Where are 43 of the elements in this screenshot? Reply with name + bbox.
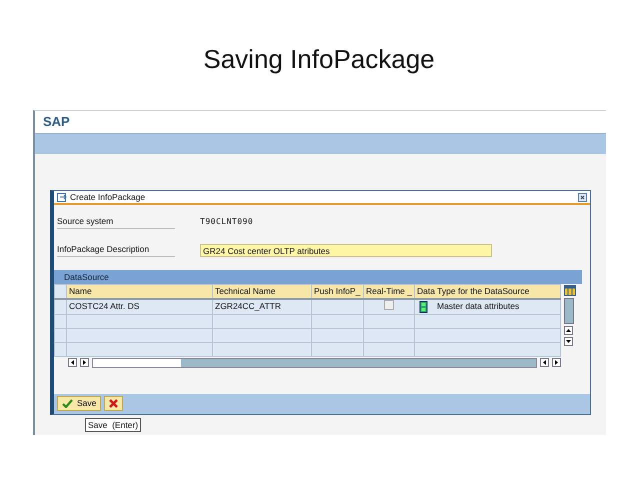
column-header[interactable]: Technical Name bbox=[212, 284, 312, 299]
field-label: InfoPackage Description bbox=[57, 242, 175, 258]
scroll-right-button[interactable] bbox=[80, 358, 89, 367]
column-settings-icon[interactable] bbox=[564, 285, 576, 296]
cancel-button[interactable] bbox=[104, 396, 124, 411]
scroll-right-button[interactable] bbox=[552, 358, 561, 367]
row-selector[interactable] bbox=[54, 284, 66, 299]
table-cell bbox=[364, 342, 414, 356]
tooltip: Save (Enter) bbox=[85, 418, 142, 432]
scroll-left-button[interactable] bbox=[68, 358, 77, 367]
cell-text: Master data attributes bbox=[437, 301, 520, 312]
cross-icon bbox=[109, 399, 118, 408]
up-arrow-icon bbox=[566, 328, 571, 333]
scrollbar[interactable] bbox=[564, 298, 574, 324]
input-field[interactable]: GR24 Cost center OLTP atributes bbox=[200, 244, 492, 256]
column-header[interactable]: Real-Time _ bbox=[364, 284, 414, 299]
left-arrow-icon bbox=[70, 360, 75, 365]
scrollbar[interactable] bbox=[92, 358, 537, 368]
table-title: DataSource bbox=[64, 272, 109, 282]
right-arrow-icon bbox=[554, 360, 559, 365]
table-cell bbox=[312, 314, 364, 328]
table-cell bbox=[312, 342, 364, 356]
checkmark-icon bbox=[62, 399, 73, 408]
left-arrow-icon bbox=[542, 360, 547, 365]
app-logo: SAP bbox=[43, 114, 70, 129]
scroll-left-button[interactable] bbox=[540, 358, 549, 367]
column-header[interactable]: Data Type for the DataSource bbox=[414, 284, 560, 299]
down-arrow-icon bbox=[566, 339, 571, 344]
slide-title: Saving InfoPackage bbox=[202, 43, 436, 76]
table-cell bbox=[312, 328, 364, 342]
right-arrow-icon bbox=[82, 360, 87, 365]
scroll-up-button[interactable] bbox=[564, 326, 573, 335]
column-header[interactable]: Name bbox=[66, 284, 212, 299]
field-value: T90CLNT090 bbox=[200, 216, 254, 228]
column-header[interactable]: Push InfoP_ bbox=[312, 284, 364, 299]
save-button[interactable]: Save bbox=[57, 396, 102, 411]
table-cell bbox=[364, 328, 414, 342]
master-data-icon bbox=[419, 301, 429, 313]
close-icon[interactable] bbox=[578, 192, 587, 202]
checkbox[interactable] bbox=[384, 300, 394, 310]
dialog-title: Create InfoPackage bbox=[70, 190, 146, 204]
scroll-down-button[interactable] bbox=[564, 337, 573, 346]
field-label: Source system bbox=[57, 214, 175, 230]
